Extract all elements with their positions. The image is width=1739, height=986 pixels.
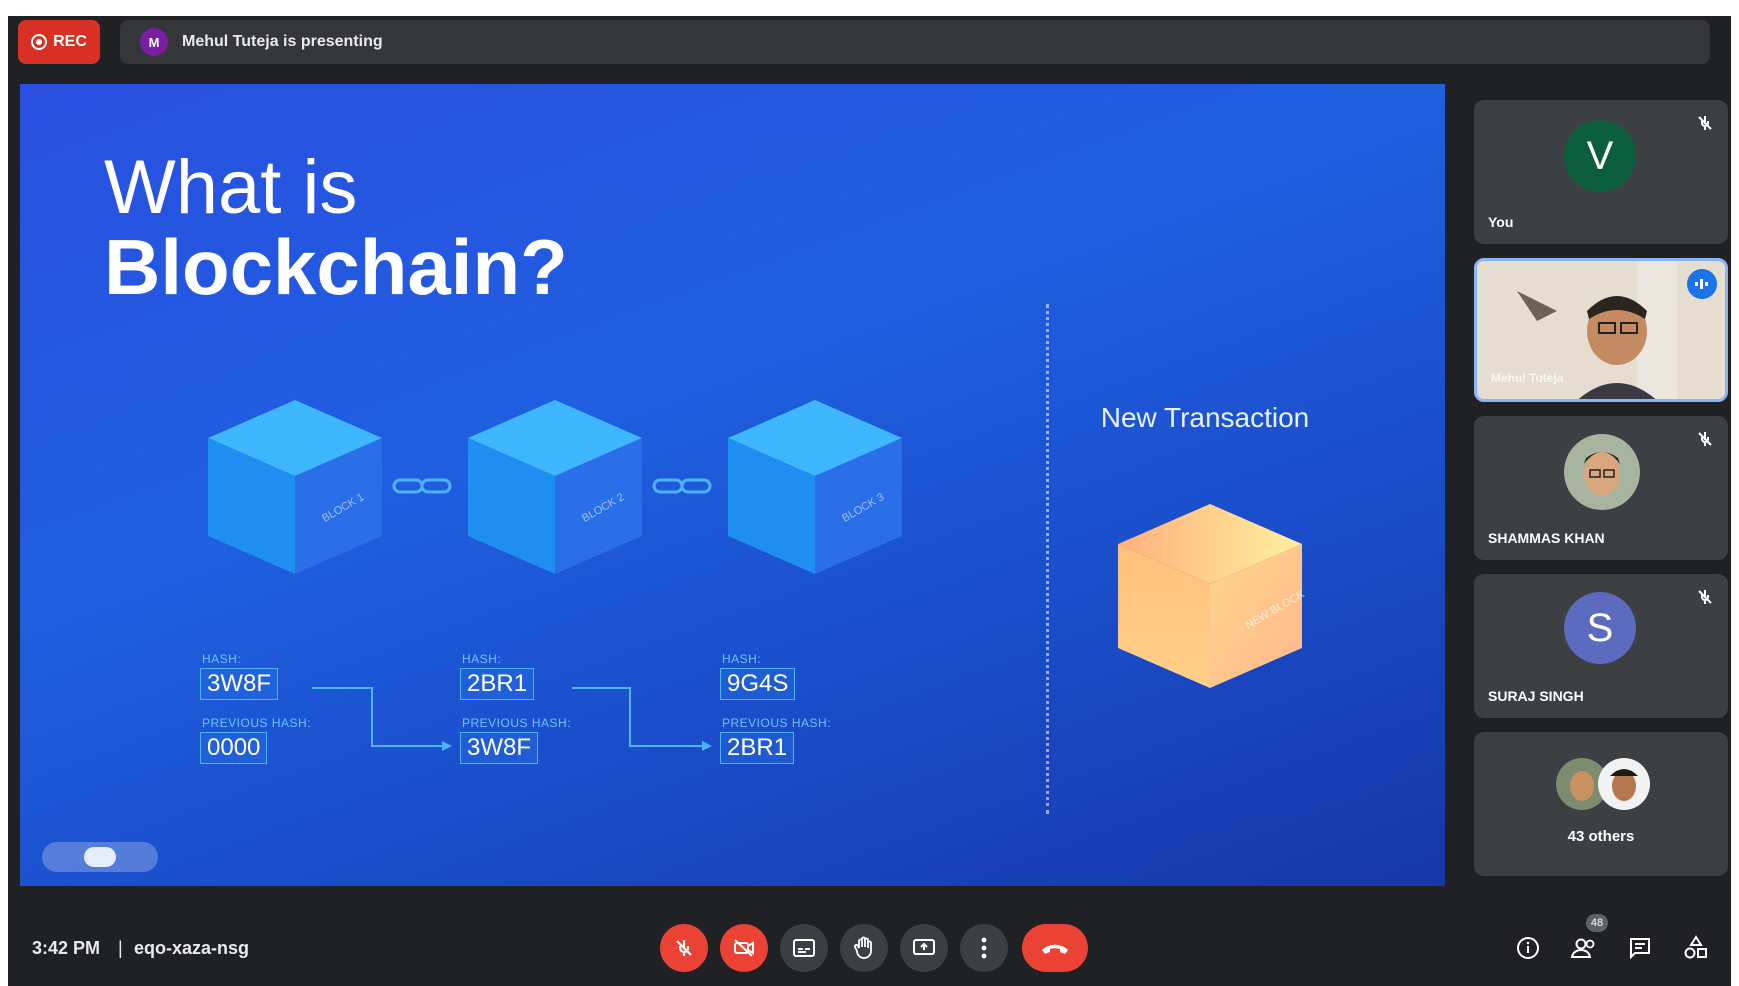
record-icon (31, 34, 48, 50)
captions-icon (793, 939, 815, 957)
chat-button[interactable] (1622, 930, 1658, 966)
participant-tile-others[interactable]: 43 others (1474, 732, 1728, 876)
raise-hand-button[interactable] (840, 924, 888, 972)
recording-indicator: REC (18, 20, 100, 64)
participant-name: SHAMMAS KHAN (1488, 530, 1605, 546)
pager-thumb (84, 847, 116, 867)
participant-name: Mehul Tuteja (1491, 371, 1564, 385)
speaking-indicator (1687, 269, 1717, 299)
camera-off-icon (734, 939, 754, 957)
presenting-banner: M Mehul Tuteja is presenting (120, 20, 1710, 64)
participant-name: You (1488, 214, 1514, 230)
avatar: V (1564, 120, 1636, 192)
others-avatars (1556, 758, 1650, 810)
mic-toggle-button[interactable] (660, 924, 708, 972)
more-options-icon (981, 937, 987, 959)
end-call-icon (1042, 944, 1068, 954)
people-button[interactable] (1566, 930, 1602, 966)
mic-muted-icon (1698, 432, 1712, 446)
audio-wave-icon (1695, 279, 1708, 289)
rec-label: REC (53, 33, 87, 50)
time-separator: | (118, 938, 123, 958)
captions-button[interactable] (780, 924, 828, 972)
chat-icon (1630, 938, 1650, 960)
participant-tile-you[interactable]: V You (1474, 100, 1728, 244)
meeting-time: 3:42 PM (32, 938, 101, 958)
avatar: S (1564, 592, 1636, 664)
participant-tile[interactable]: SHAMMAS KHAN (1474, 416, 1728, 560)
participant-tile-speaker[interactable]: Mehul Tuteja (1474, 258, 1728, 402)
meeting-details-button[interactable] (1510, 930, 1546, 966)
presentation-slide: What is Blockchain? BLOCK 1 BLOCK 2 BLOC… (20, 84, 1445, 886)
participant-tile[interactable]: S SURAJ SINGH (1474, 574, 1728, 718)
mic-muted-icon (1698, 116, 1712, 130)
avatar (1564, 434, 1640, 510)
leave-call-button[interactable] (1022, 924, 1088, 972)
slide-pager[interactable] (42, 842, 158, 872)
others-count: 43 others (1567, 828, 1635, 845)
present-now-button[interactable] (900, 924, 948, 972)
new-transaction-label: New Transaction (1100, 402, 1310, 433)
camera-toggle-button[interactable] (720, 924, 768, 972)
info-icon (1517, 937, 1539, 959)
raise-hand-icon (854, 936, 872, 959)
new-block-cube (1118, 504, 1302, 688)
people-icon (1570, 938, 1595, 958)
meeting-code: eqo-xaza-nsg (134, 938, 250, 958)
mic-off-icon (676, 940, 692, 956)
present-icon (913, 939, 935, 955)
more-options-button[interactable] (960, 924, 1008, 972)
mic-muted-icon (1698, 590, 1712, 604)
slide-divider (1046, 304, 1049, 814)
activities-button[interactable] (1678, 930, 1714, 966)
activities-icon (1684, 935, 1707, 959)
presenting-text: Mehul Tuteja is presenting (182, 33, 383, 50)
participant-name: SURAJ SINGH (1488, 688, 1584, 704)
participant-count-badge: 48 (1586, 914, 1608, 932)
presenter-avatar: M (140, 28, 168, 56)
hash-arrows (312, 687, 712, 751)
